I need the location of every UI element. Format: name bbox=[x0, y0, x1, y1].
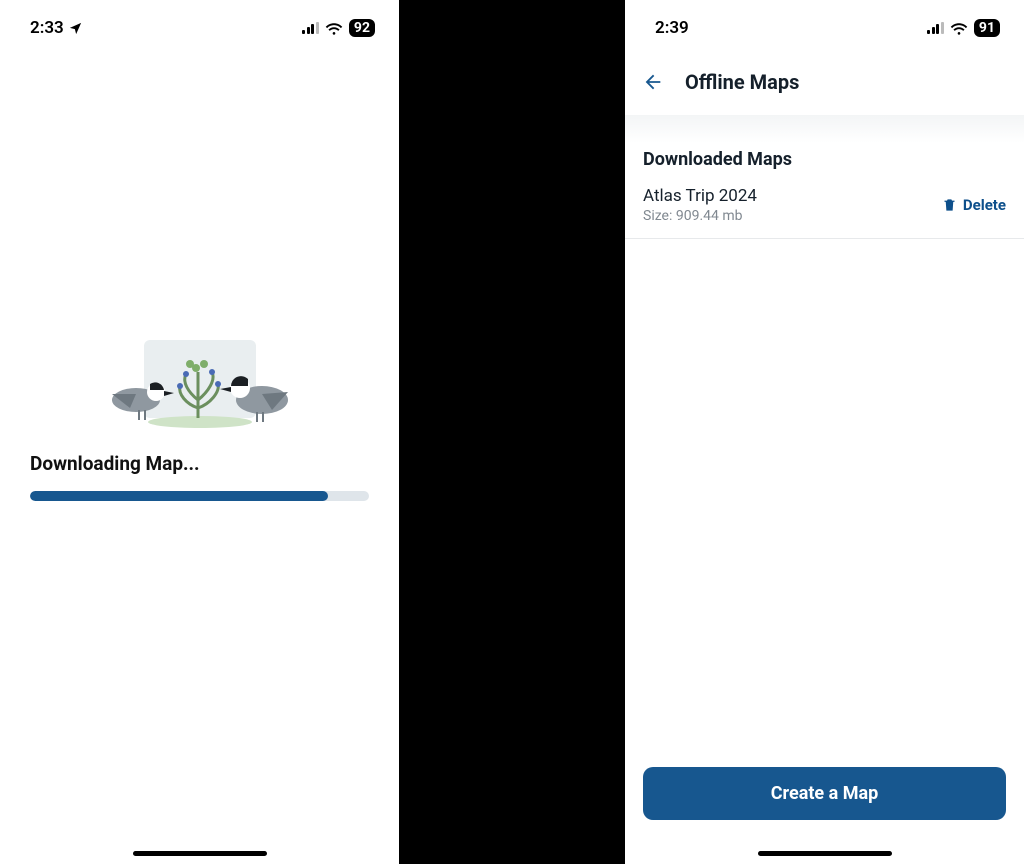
delete-label: Delete bbox=[963, 196, 1006, 214]
downloading-title: Downloading Map... bbox=[30, 452, 369, 475]
map-size: Size: 909.44 mb bbox=[643, 208, 757, 224]
trash-icon bbox=[942, 197, 957, 213]
create-map-button[interactable]: Create a Map bbox=[643, 767, 1006, 820]
download-progress bbox=[30, 491, 369, 501]
download-progress-fill bbox=[30, 491, 328, 501]
back-button[interactable] bbox=[639, 68, 667, 96]
status-time: 2:39 bbox=[655, 18, 689, 38]
map-name: Atlas Trip 2024 bbox=[643, 186, 757, 206]
map-info: Atlas Trip 2024 Size: 909.44 mb bbox=[643, 186, 757, 224]
nav-title: Offline Maps bbox=[685, 70, 799, 94]
cellular-signal-icon bbox=[927, 22, 944, 34]
section-divider bbox=[625, 115, 1024, 143]
wifi-icon bbox=[950, 21, 968, 35]
battery-badge: 91 bbox=[974, 19, 1000, 37]
downloading-panel: Downloading Map... bbox=[0, 10, 399, 824]
birds-illustration bbox=[90, 334, 310, 434]
status-left: 2:39 bbox=[655, 18, 689, 38]
phone-right: 2:39 91 Offline Maps Downloaded Maps Atl… bbox=[625, 0, 1024, 864]
separator-gap bbox=[399, 0, 625, 864]
map-list-item[interactable]: Atlas Trip 2024 Size: 909.44 mb Delete bbox=[625, 180, 1024, 239]
right-body: Create a Map bbox=[625, 239, 1024, 864]
home-indicator bbox=[133, 851, 267, 856]
status-right: 91 bbox=[927, 19, 1000, 37]
phone-left: 2:33 92 bbox=[0, 0, 399, 864]
nav-header: Offline Maps bbox=[625, 50, 1024, 115]
status-bar: 2:39 91 bbox=[625, 6, 1024, 50]
home-indicator bbox=[758, 851, 892, 856]
delete-button[interactable]: Delete bbox=[942, 196, 1006, 214]
downloaded-maps-heading: Downloaded Maps bbox=[625, 143, 1024, 180]
